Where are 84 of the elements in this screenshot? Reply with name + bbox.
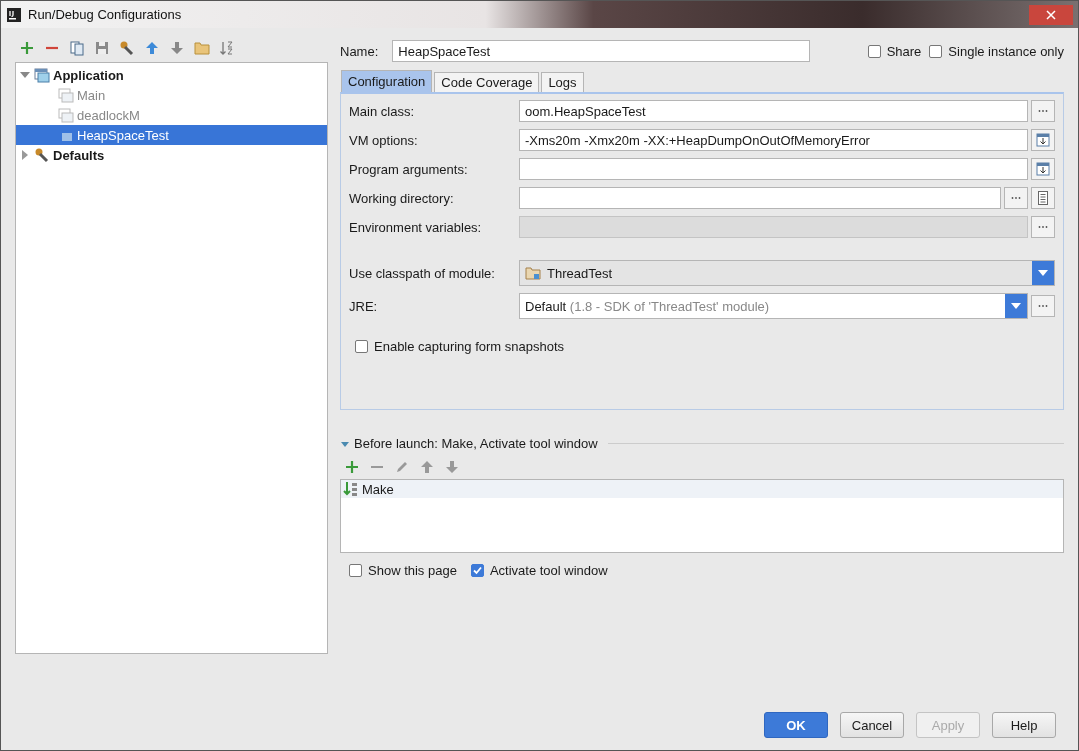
save-icon[interactable] [94,40,110,56]
field-label: Main class: [349,103,416,119]
checkbox-box[interactable] [349,564,362,577]
text-field[interactable]: oom.HeapSpaceTest [519,100,1028,122]
caret-icon [1011,303,1021,309]
checkbox-label: Show this page [368,563,457,578]
download-icon [1036,133,1050,147]
dialog-button[interactable]: OK [764,712,828,738]
tree-item[interactable]: HeapSpaceTest [16,125,327,145]
caret-icon [1038,270,1048,276]
wrench-icon [34,147,50,163]
document-button[interactable] [1031,187,1055,209]
dropdown-arrow-button[interactable] [1005,294,1027,318]
add-icon[interactable] [344,459,360,475]
expand-button[interactable] [1031,129,1055,151]
copy-icon[interactable] [69,40,85,56]
name-label: Name: [340,43,379,59]
application-icon [58,87,74,103]
close-button[interactable] [1029,4,1073,25]
text-field[interactable] [519,187,1001,209]
tree-label: Main [77,87,106,103]
add-icon[interactable] [19,40,35,56]
tree-item[interactable]: deadlockM [16,105,327,125]
tab[interactable]: Logs [541,72,584,92]
ellipsis-icon [1038,225,1048,229]
checkbox[interactable]: Enable capturing form snapshots [355,339,1055,354]
ellipsis-icon [1038,109,1048,113]
pencil-icon[interactable] [394,459,410,475]
tab[interactable]: Code Coverage [434,72,540,92]
checkbox-box[interactable] [867,44,881,58]
module-folder-icon [525,265,541,281]
download-icon [1036,162,1050,176]
tree-label: Defaults [53,147,105,163]
module-dropdown[interactable]: ThreadTest [519,260,1055,286]
tree-item[interactable]: Defaults [16,145,327,165]
document-icon [1038,191,1048,205]
application-icon [34,67,50,83]
checkbox[interactable]: Show this page [349,563,457,578]
text-field[interactable]: -Xms20m -Xmx20m -XX:+HeapDumpOnOutOfMemoryError [519,129,1028,151]
ellipsis-icon [1011,196,1021,200]
window-title: Run/Debug Configurations [28,7,182,22]
field-label: JRE: [349,298,379,314]
browse-button[interactable] [1031,216,1055,238]
ellipsis-icon [1038,304,1048,308]
tree-item[interactable]: Main [16,85,327,105]
text-field[interactable] [519,158,1028,180]
tab[interactable]: Configuration [341,70,433,92]
browse-button[interactable] [1031,295,1055,317]
dialog-button[interactable]: Cancel [840,712,904,738]
make-icon [343,481,359,497]
wrench-icon[interactable] [119,40,135,56]
tree-label: HeapSpaceTest [77,127,169,143]
field-label: Environment variables: [349,219,483,235]
checkbox-label: Share [886,43,922,59]
tree-label: deadlockM [77,107,140,123]
checkbox-label: Enable capturing form snapshots [374,339,565,354]
close-icon [1046,9,1056,20]
checkbox-box[interactable] [929,44,943,58]
tree-item[interactable]: Application [16,65,327,85]
up-arrow-icon[interactable] [144,40,160,56]
field-label: Program arguments: [349,161,469,177]
section-title: Before launch: Make, Activate tool window [354,436,598,451]
browse-button[interactable] [1031,100,1055,122]
sort-icon[interactable] [219,40,235,56]
task-label: Make [362,481,394,497]
dialog-button[interactable]: Help [992,712,1056,738]
checkbox-box[interactable] [470,564,484,577]
tree-label: Application [53,67,124,83]
down-arrow-icon[interactable] [444,459,460,475]
checkbox-box[interactable] [355,340,368,353]
down-arrow-icon[interactable] [169,40,185,56]
field-label: Use classpath of module: [349,265,496,281]
field-label: VM options: [349,132,419,148]
jre-dropdown[interactable]: Default (1.8 - SDK of 'ThreadTest' module) [519,293,1028,319]
dropdown-arrow-button[interactable] [1032,261,1054,285]
folder-icon[interactable] [194,40,210,56]
task-item[interactable]: Make [341,480,1063,498]
field-label: Working directory: [349,190,455,206]
application-icon [58,107,74,123]
app-logo-icon [6,6,22,23]
expand-button[interactable] [1031,158,1055,180]
up-arrow-icon[interactable] [419,459,435,475]
checkbox[interactable]: Share [867,43,922,59]
name-field[interactable]: HeapSpaceTest [392,40,811,62]
